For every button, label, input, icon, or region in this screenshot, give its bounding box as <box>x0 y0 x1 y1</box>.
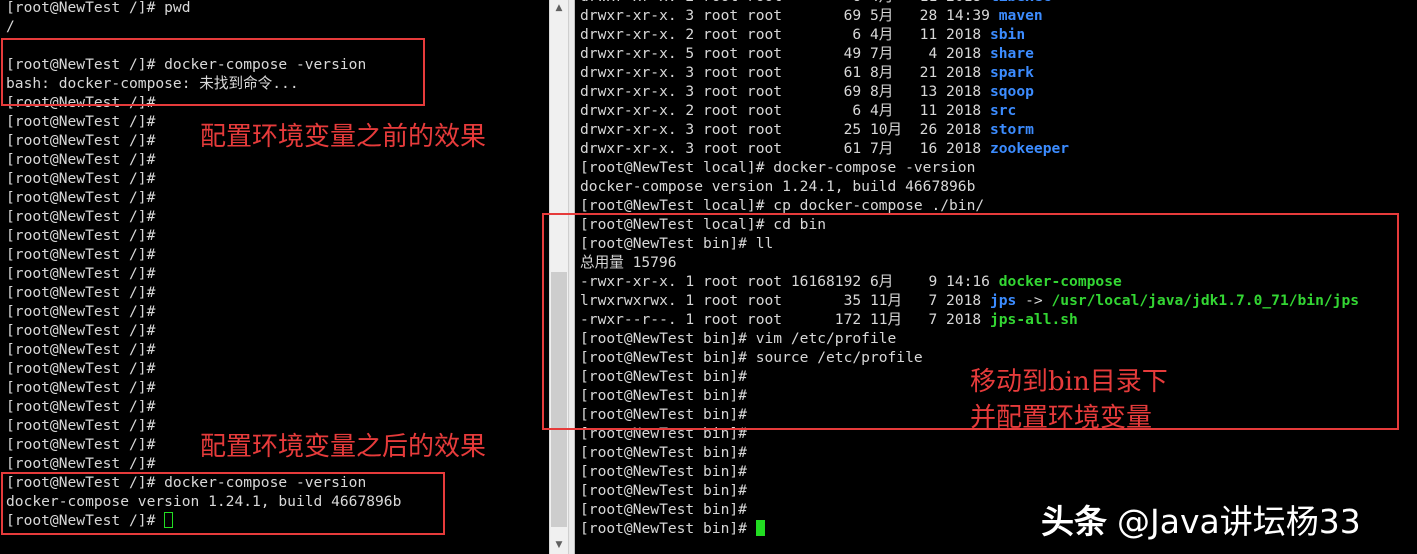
line-text: [root@NewTest /]# <box>6 208 156 225</box>
terminal-line: [root@NewTest bin]# <box>580 462 1359 481</box>
annotation-box-after <box>1 472 445 535</box>
terminal-line: [root@NewTest /]# <box>6 207 401 226</box>
terminal-line: [root@NewTest /]# <box>6 245 401 264</box>
terminal-line: [root@NewTest local]# docker-compose -ve… <box>580 158 1359 177</box>
line-text: [root@NewTest /]# <box>6 322 156 339</box>
line-text: [root@NewTest bin]# <box>580 463 747 480</box>
line-text: [root@NewTest /]# <box>6 132 156 149</box>
line-text: [root@NewTest /]# <box>6 303 156 320</box>
watermark-brand: 头条 <box>1041 502 1107 541</box>
line-text: drwxr-xr-x. 2 root root 6 4月 11 2018 <box>580 0 990 5</box>
terminal-line: [root@NewTest /]# <box>6 321 401 340</box>
terminal-line: [root@NewTest /]# <box>6 397 401 416</box>
file-name: share <box>989 45 1034 62</box>
line-text: [root@NewTest local]# docker-compose -ve… <box>580 159 976 176</box>
line-text: [root@NewTest /]# <box>6 113 156 130</box>
line-text: [root@NewTest bin]# <box>580 444 747 461</box>
line-text: [root@NewTest /]# <box>6 246 156 263</box>
annotation-box-before <box>1 38 425 106</box>
line-text: [root@NewTest /]# <box>6 265 156 282</box>
line-text: drwxr-xr-x. 2 root root 6 4月 11 2018 <box>580 26 990 43</box>
line-text: [root@NewTest /]# <box>6 341 156 358</box>
terminal-line: drwxr-xr-x. 3 root root 25 10月 26 2018 s… <box>580 120 1359 139</box>
terminal-line: / <box>6 17 401 36</box>
line-text: drwxr-xr-x. 3 root root 61 8月 21 2018 <box>580 64 990 81</box>
line-text: drwxr-xr-x. 2 root root 6 4月 11 2018 <box>580 102 990 119</box>
terminal-line: drwxr-xr-x. 2 root root 6 4月 11 2018 sbi… <box>580 25 1359 44</box>
line-text: [root@NewTest /]# <box>6 227 156 244</box>
terminal-line: drwxr-xr-x. 3 root root 61 7月 16 2018 zo… <box>580 139 1359 158</box>
line-text: [root@NewTest /]# <box>6 379 156 396</box>
annotation-move-line1: 移动到bin目录下 <box>970 367 1168 397</box>
annotation-move-label: 移动到bin目录下 并配置环境变量 <box>970 364 1168 436</box>
terminal-line: [root@NewTest /]# <box>6 340 401 359</box>
file-name: storm <box>989 121 1034 138</box>
terminal-line: [root@NewTest /]# <box>6 169 401 188</box>
file-name: maven <box>998 7 1043 24</box>
file-name: spark <box>989 64 1034 81</box>
terminal-line: [root@NewTest bin]# <box>580 443 1359 462</box>
line-text: / <box>6 18 15 35</box>
file-name: sqoop <box>989 83 1034 100</box>
terminal-line: [root@NewTest /]# <box>6 264 401 283</box>
scroll-up-arrow-icon[interactable]: ▲ <box>550 0 568 17</box>
terminal-line: drwxr-xr-x. 3 root root 61 8月 21 2018 sp… <box>580 63 1359 82</box>
file-name: src <box>989 102 1017 119</box>
terminal-line: [root@NewTest /]# <box>6 188 401 207</box>
terminal-line: [root@NewTest /]# pwd <box>6 0 401 17</box>
terminal-line: [root@NewTest /]# <box>6 359 401 378</box>
line-text: [root@NewTest /]# pwd <box>6 0 191 16</box>
line-text: drwxr-xr-x. 3 root root 69 5月 28 14:39 <box>580 7 999 24</box>
terminal-line: drwxr-xr-x. 3 root root 69 5月 28 14:39 m… <box>580 6 1359 25</box>
annotation-after-label: 配置环境变量之后的效果 <box>200 432 487 462</box>
scroll-down-arrow-icon[interactable]: ▼ <box>550 537 568 554</box>
line-text: drwxr-xr-x. 3 root root 69 8月 13 2018 <box>580 83 990 100</box>
line-text: [root@NewTest bin]# <box>580 482 747 499</box>
line-text: [root@NewTest /]# <box>6 360 156 377</box>
line-text: docker-compose version 1.24.1, build 466… <box>580 178 976 195</box>
file-name: libexec <box>990 0 1052 5</box>
terminal-line: [root@NewTest /]# <box>6 283 401 302</box>
annotation-before-label: 配置环境变量之前的效果 <box>200 122 487 152</box>
terminal-line: drwxr-xr-x. 3 root root 69 8月 13 2018 sq… <box>580 82 1359 101</box>
line-text: [root@NewTest /]# <box>6 284 156 301</box>
file-name: zookeeper <box>989 140 1070 157</box>
watermark-handle: @Java讲坛杨33 <box>1117 502 1361 541</box>
line-text: [root@NewTest /]# <box>6 455 156 472</box>
line-text: [root@NewTest /]# <box>6 151 156 168</box>
terminal-line: docker-compose version 1.24.1, build 466… <box>580 177 1359 196</box>
terminal-line: drwxr-xr-x. 2 root root 6 4月 11 2018 src <box>580 101 1359 120</box>
line-text: drwxr-xr-x. 3 root root 61 7月 16 2018 <box>580 140 990 157</box>
terminal-line: drwxr-xr-x. 5 root root 49 7月 4 2018 sha… <box>580 44 1359 63</box>
file-name: sbin <box>989 26 1026 43</box>
line-text: [root@NewTest local]# cp docker-compose … <box>580 197 985 214</box>
line-text: [root@NewTest bin]# <box>580 520 756 537</box>
terminal-line: [root@NewTest /]# <box>6 226 401 245</box>
line-text: [root@NewTest /]# <box>6 189 156 206</box>
line-text: drwxr-xr-x. 5 root root 49 7月 4 2018 <box>580 45 990 62</box>
watermark: 头条 @Java讲坛杨33 <box>1041 495 1361 543</box>
terminal-line: [root@NewTest /]# <box>6 302 401 321</box>
line-text: [root@NewTest bin]# <box>580 501 747 518</box>
line-text: [root@NewTest /]# <box>6 436 156 453</box>
line-text: [root@NewTest /]# <box>6 398 156 415</box>
line-text: [root@NewTest /]# <box>6 417 156 434</box>
annotation-move-line2: 并配置环境变量 <box>970 403 1153 433</box>
line-text: [root@NewTest /]# <box>6 170 156 187</box>
terminal-line: [root@NewTest /]# <box>6 378 401 397</box>
cursor <box>755 520 765 536</box>
line-text: drwxr-xr-x. 3 root root 25 10月 26 2018 <box>580 121 990 138</box>
